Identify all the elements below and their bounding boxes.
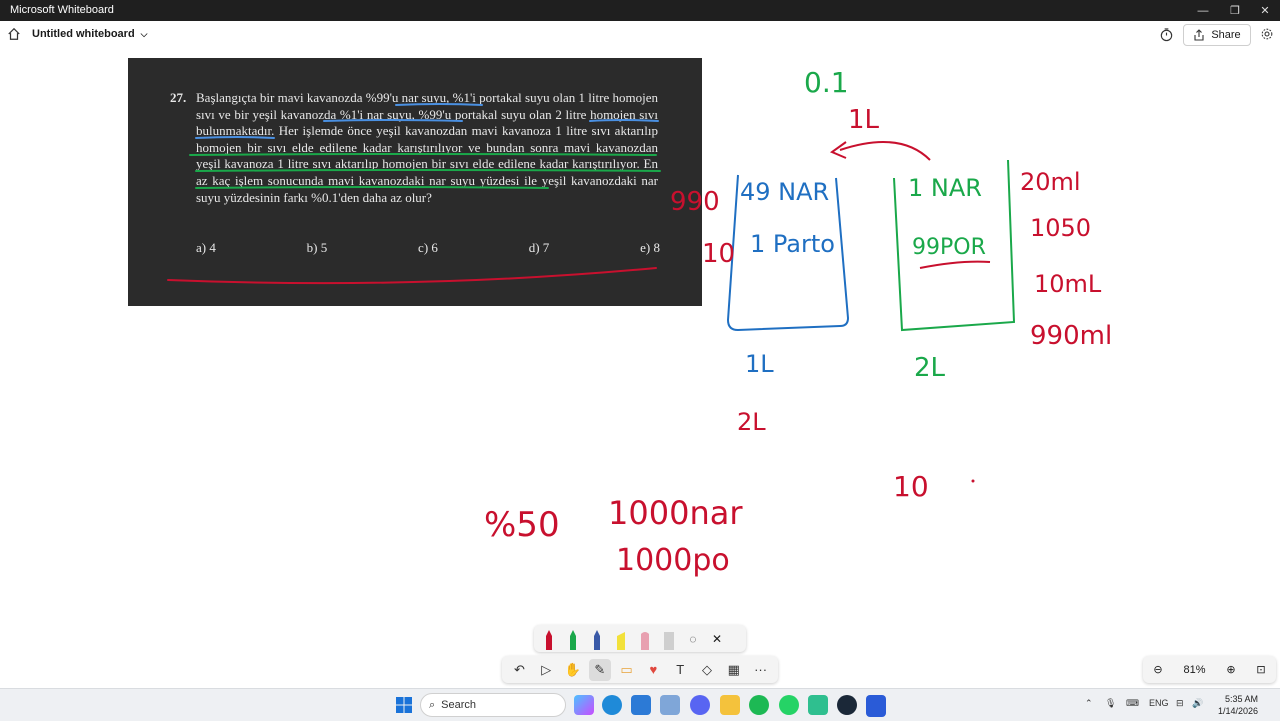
home-icon[interactable] <box>7 27 21 41</box>
option-e: e) 8 <box>640 240 660 255</box>
chevron-down-icon: ⌵ <box>140 28 148 39</box>
share-button[interactable]: Share <box>1183 24 1251 46</box>
reaction-icon[interactable]: ♥ <box>642 659 664 681</box>
answer-options: a) 4 b) 5 c) 6 d) 7 e) 8 <box>196 240 660 256</box>
zoom-level[interactable]: 81% <box>1183 664 1205 676</box>
zoom-in-icon[interactable]: ⊕ <box>1226 663 1235 676</box>
pen-icon[interactable]: ✎ <box>588 658 611 681</box>
option-c: c) 6 <box>418 240 438 255</box>
taskbar-search[interactable]: ⌕ Search <box>420 693 566 717</box>
more-icon[interactable]: ··· <box>750 659 772 681</box>
zoom-control: ⊖ 81% ⊕ ⊡ <box>1143 656 1276 683</box>
select-icon[interactable]: ▷ <box>535 659 557 681</box>
green-pen[interactable] <box>564 628 582 650</box>
hand-icon[interactable]: ✋ <box>562 659 584 681</box>
main-toolbar: ↶ ▷ ✋ ✎ ▭ ♥ T ◇ ▦ ··· <box>502 656 778 683</box>
board-name-menu[interactable]: Untitled whiteboard ⌵ <box>32 28 148 40</box>
question-number: 27. <box>170 90 187 105</box>
network-icon[interactable]: ⊟ <box>1176 698 1184 709</box>
sticky-note-icon[interactable]: ▭ <box>616 659 638 681</box>
clock-time: 5:35 AM <box>1224 694 1258 704</box>
spotify-icon[interactable] <box>749 695 769 715</box>
close-window-button[interactable]: ✕ <box>1248 0 1280 21</box>
pen-tray: ◌ ✕ <box>534 625 746 652</box>
file-explorer-icon[interactable] <box>720 695 740 715</box>
search-icon: ⌕ <box>429 698 436 711</box>
share-label: Share <box>1211 29 1241 41</box>
option-a: a) 4 <box>196 240 216 255</box>
windows-start-icon[interactable] <box>396 697 412 713</box>
steam-icon[interactable] <box>837 695 857 715</box>
search-placeholder: Search <box>441 699 477 711</box>
title-bar: Microsoft Whiteboard — ❐ ✕ <box>0 0 1280 21</box>
red-pen[interactable] <box>540 628 558 650</box>
close-pen-tray-icon[interactable]: ✕ <box>708 628 726 650</box>
keyboard-icon[interactable]: ⌨ <box>1126 698 1139 709</box>
volume-icon[interactable]: 🔊 <box>1192 698 1203 709</box>
microphone-icon[interactable]: 🎙 <box>1105 698 1116 709</box>
question-text: Başlangıçta bir mavi kavanozda %99'u nar… <box>196 90 658 205</box>
lasso-icon[interactable]: ◌ <box>684 628 702 650</box>
option-b: b) 5 <box>306 240 328 255</box>
whiteboard-app-icon[interactable] <box>866 695 886 717</box>
chevron-up-icon[interactable]: ⌃ <box>1085 698 1093 709</box>
timer-icon[interactable] <box>1159 27 1174 42</box>
shapes-icon[interactable]: ◇ <box>696 659 718 681</box>
language-indicator[interactable]: ENG <box>1149 698 1169 708</box>
share-icon <box>1194 29 1204 41</box>
gear-icon[interactable] <box>1260 27 1274 41</box>
restore-button[interactable]: ❐ <box>1218 0 1252 21</box>
app-title: Microsoft Whiteboard <box>10 4 114 16</box>
text-icon[interactable]: T <box>669 659 691 681</box>
option-d: d) 7 <box>528 240 550 255</box>
vscode-icon[interactable] <box>631 695 651 715</box>
yellow-highlighter[interactable] <box>612 628 630 650</box>
zoom-out-icon[interactable]: ⊖ <box>1153 663 1162 676</box>
taskbar: ⌕ Search ⌃ 🎙 ⌨ ENG ⊟ 🔊 5:35 AM 1/14/2026 <box>0 688 1280 721</box>
copilot-icon[interactable] <box>574 695 594 715</box>
discord-icon[interactable] <box>690 695 710 715</box>
board-name: Untitled whiteboard <box>32 28 135 40</box>
app-icon-2[interactable] <box>808 695 828 715</box>
app-bar: Untitled whiteboard ⌵ Share <box>0 21 1280 49</box>
clock-date: 1/14/2026 <box>1217 706 1258 716</box>
minimize-button[interactable]: — <box>1186 0 1220 21</box>
edge-icon[interactable] <box>602 695 622 715</box>
undo-icon[interactable]: ↶ <box>508 659 530 681</box>
clock[interactable]: 5:35 AM 1/14/2026 <box>1208 693 1258 717</box>
whatsapp-icon[interactable] <box>779 695 799 715</box>
app-icon[interactable] <box>660 695 680 715</box>
blue-pen[interactable] <box>588 628 606 650</box>
fit-to-screen-icon[interactable]: ⊡ <box>1256 663 1265 676</box>
ruler[interactable] <box>660 628 678 650</box>
table-icon[interactable]: ▦ <box>723 659 745 681</box>
problem-image[interactable]: 27. Başlangıçta bir mavi kavanozda %99'u… <box>128 58 702 306</box>
eraser[interactable] <box>636 628 654 650</box>
